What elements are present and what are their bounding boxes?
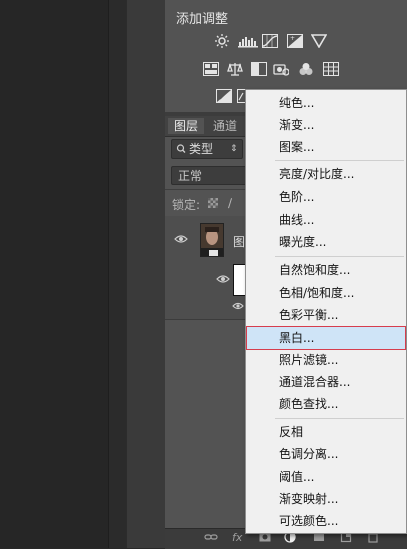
- posterize-icon[interactable]: [237, 89, 245, 103]
- menu-separator: [275, 160, 404, 161]
- menu-item-posterize[interactable]: 色调分离...: [247, 443, 405, 465]
- panel-gutter: [126, 0, 166, 548]
- menu-item-color-lookup[interactable]: 颜色查找...: [247, 393, 405, 415]
- menu-item-gradient-map[interactable]: 渐变映射...: [247, 488, 405, 510]
- layer-name: 图: [233, 235, 246, 249]
- menu-item-invert[interactable]: 反相: [247, 421, 405, 443]
- canvas-edge: [108, 0, 127, 548]
- exposure-icon[interactable]: +: [287, 34, 303, 48]
- svg-text:+: +: [290, 35, 295, 42]
- menu-item-curves[interactable]: 曲线...: [247, 209, 405, 231]
- invert-icon[interactable]: [216, 89, 232, 103]
- menu-item-channel-mixer[interactable]: 通道混合器...: [247, 371, 405, 393]
- color-balance-icon[interactable]: [227, 62, 243, 76]
- search-icon: [176, 140, 186, 163]
- blend-mode-select[interactable]: 正常: [171, 166, 247, 185]
- menu-separator: [275, 418, 404, 419]
- channel-mixer-icon[interactable]: [298, 62, 314, 76]
- levels-icon[interactable]: [238, 34, 258, 48]
- fx-icon[interactable]: fx: [232, 531, 242, 544]
- document-canvas: [0, 0, 108, 548]
- menu-item-solid-color[interactable]: 纯色...: [247, 92, 405, 114]
- triangle-icon[interactable]: [311, 34, 327, 48]
- menu-item-gradient[interactable]: 渐变...: [247, 114, 405, 136]
- color-lookup-icon[interactable]: [323, 62, 339, 76]
- eye-icon[interactable]: [232, 300, 244, 314]
- lock-paint-icon[interactable]: ∕: [228, 196, 232, 210]
- vibrance-icon[interactable]: [203, 62, 219, 76]
- menu-item-hue-saturation[interactable]: 色相/饱和度...: [247, 282, 405, 304]
- menu-separator: [275, 256, 404, 257]
- tab-channels[interactable]: 通道: [207, 118, 243, 134]
- link-icon[interactable]: [204, 531, 218, 546]
- tab-layers[interactable]: 图层: [168, 118, 205, 134]
- menu-item-color-balance[interactable]: 色彩平衡...: [247, 304, 405, 326]
- lock-label: 锁定:: [172, 198, 201, 212]
- eye-icon[interactable]: [174, 233, 188, 247]
- menu-item-vibrance[interactable]: 自然饱和度...: [247, 259, 405, 281]
- menu-item-brightness-contrast[interactable]: 亮度/对比度...: [247, 163, 405, 185]
- stepper-icon: ⇕: [230, 144, 238, 154]
- curves-icon[interactable]: [262, 34, 278, 48]
- menu-item-pattern[interactable]: 图案...: [247, 136, 405, 158]
- layer-thumbnail: [200, 223, 224, 257]
- menu-item-black-white[interactable]: 黑白...: [246, 326, 406, 350]
- eye-icon[interactable]: [216, 273, 230, 287]
- menu-item-selective-color[interactable]: 可选颜色...: [247, 510, 405, 532]
- menu-item-threshold[interactable]: 阈值...: [247, 466, 405, 488]
- photo-filter-icon[interactable]: [273, 62, 289, 76]
- lock-transparent-icon[interactable]: [208, 198, 218, 208]
- black-white-icon[interactable]: [251, 62, 267, 76]
- menu-item-levels[interactable]: 色阶...: [247, 186, 405, 208]
- menu-item-exposure[interactable]: 曝光度...: [247, 231, 405, 253]
- brightness-contrast-icon[interactable]: [214, 34, 230, 48]
- new-adjustment-layer-menu: 纯色... 渐变... 图案... 亮度/对比度... 色阶... 曲线... …: [245, 89, 407, 534]
- filter-kind-value: 类型: [189, 142, 214, 156]
- layer-filter-kind-select[interactable]: 类型 ⇕: [171, 139, 243, 159]
- adjustments-title: 添加调整: [176, 12, 229, 27]
- menu-item-photo-filter[interactable]: 照片滤镜...: [247, 349, 405, 371]
